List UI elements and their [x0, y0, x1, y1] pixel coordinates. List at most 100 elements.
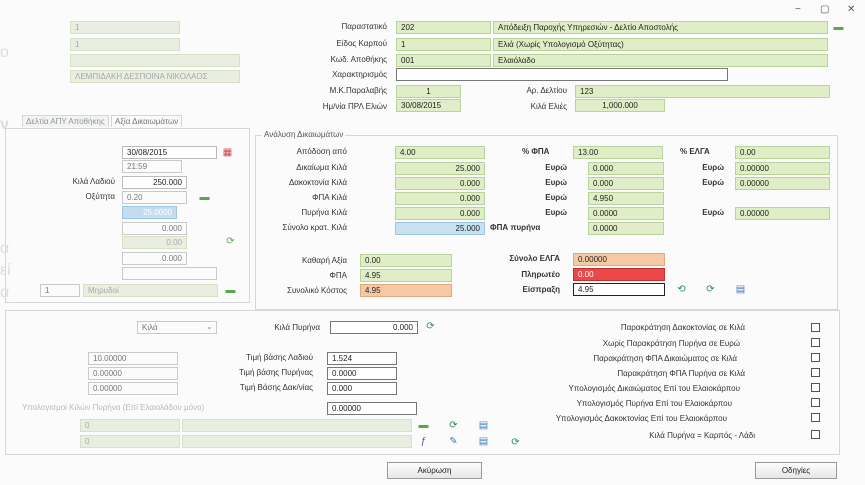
mipheid-field[interactable]: Μηρυδοί — [83, 284, 218, 297]
ar-deltiou-field[interactable]: 123 — [575, 85, 830, 98]
kila-pyrina-label: Κιλά Πυρήνα — [274, 323, 320, 332]
value-field-2[interactable]: 0.00 — [122, 236, 187, 249]
fpa-pyrina-field[interactable]: 0.0000 — [588, 222, 664, 235]
refresh-icon[interactable]: ⟳ — [225, 236, 236, 247]
kod-apothikis-desc-field[interactable]: Ελαιόλαδο — [493, 54, 828, 67]
doc-icon-2[interactable]: ▤ — [478, 436, 489, 447]
option-checkbox-4[interactable] — [811, 368, 820, 377]
dakoktonia-field[interactable]: 0.000 — [395, 177, 485, 190]
euro-field-4[interactable]: 0.0000 — [588, 207, 664, 220]
fpa-pct-field[interactable]: 13.00 — [573, 146, 663, 159]
parastatiko-label: Παραστατικό — [341, 22, 387, 31]
parastatiko-desc-field[interactable]: Απόδειξη Παροχής Υπηρεσιών - Δελτίο Αποσ… — [493, 21, 828, 34]
fpa-kila-field[interactable]: 0.000 — [395, 192, 485, 205]
timi-ladiou-field[interactable]: 1.524 — [327, 352, 397, 365]
katharh-axia-field[interactable]: 0.00 — [360, 254, 452, 267]
customer-code-field-1[interactable]: 1 — [70, 21, 180, 34]
calc-icon-1[interactable]: ⟲ — [676, 284, 687, 295]
euro-field-2[interactable]: 0.000 — [588, 177, 664, 190]
value-field-3[interactable]: 0.000 — [122, 252, 187, 265]
option-checkbox-7[interactable] — [811, 413, 820, 422]
kila-ladiou-field[interactable]: 250.000 — [122, 176, 187, 189]
maximize-button[interactable]: ▢ — [820, 4, 829, 15]
wide-field-1[interactable] — [182, 419, 412, 432]
kod-apothikis-code-field[interactable]: 001 — [396, 54, 491, 67]
option-checkbox-2[interactable] — [811, 338, 820, 347]
synolo-elga-field[interactable]: 0.00000 — [573, 253, 665, 266]
eidos-desc-field[interactable]: Ελιά (Χωρίς Υπολογισμό Οξύτητας) — [493, 38, 828, 51]
kila-pyrina-field[interactable]: 0.000 — [330, 321, 418, 334]
lookup-icon[interactable]: ▬ — [833, 22, 844, 33]
calc-icon-3[interactable]: ▤ — [735, 284, 746, 295]
percent-field[interactable]: 25.0000 — [122, 206, 177, 219]
timi-dakon-field[interactable]: 0.000 — [327, 382, 397, 395]
instructions-button[interactable]: Οδηγίες — [755, 462, 837, 479]
lower-field-3[interactable]: 0.00000 — [88, 382, 178, 395]
customer-name-field[interactable]: ΛΕΜΠΙΔΑΚΗ ΔΕΣΠΟΙΝΑ ΝΙΚΟΛΑΟΣ — [70, 70, 240, 83]
synoliko-kostos-field[interactable]: 4.95 — [360, 284, 452, 297]
option-checkbox-3[interactable] — [811, 353, 820, 362]
fpa-total-field[interactable]: 4.95 — [360, 269, 452, 282]
date-field[interactable]: 30/08/2015 — [396, 99, 461, 112]
elga-euro-field-1[interactable]: 0.00000 — [735, 162, 830, 175]
option-label-5: Υπολογισμός Δικαιώματος Επί του Ελαιοκάρ… — [568, 384, 740, 393]
small-field-1[interactable]: 0 — [80, 419, 180, 432]
elga-euro-label-1: Ευρώ — [702, 163, 724, 172]
elga-euro-field-3[interactable]: 0.00000 — [735, 207, 830, 220]
synolo-elga-label: Σύνολο ΕΛΓΑ — [509, 254, 560, 263]
time-input[interactable]: 21:59 — [122, 160, 182, 173]
blank-field[interactable] — [122, 267, 217, 280]
oxytita-field[interactable]: 0.20 — [122, 191, 187, 204]
customer-code-field-2[interactable]: 1 — [70, 38, 180, 51]
wide-field-2[interactable] — [182, 435, 412, 448]
elga-field[interactable]: 0.00 — [735, 146, 830, 159]
xaraktirismos-field[interactable] — [396, 68, 728, 81]
unit-select[interactable]: Κιλά — [137, 321, 217, 334]
option-checkbox-5[interactable] — [811, 383, 820, 392]
timi-pyrinas-field[interactable]: 0.0000 — [327, 367, 397, 380]
customer-blank-field[interactable] — [70, 54, 240, 67]
eidos-code-field[interactable]: 1 — [396, 38, 491, 51]
option-checkbox-8[interactable] — [811, 430, 820, 439]
panel-lookup-icon[interactable]: ▬ — [225, 285, 236, 296]
plirwteo-field[interactable]: 0.00 — [573, 268, 665, 281]
parastatiko-code-field[interactable]: 202 — [396, 21, 491, 34]
lower-field-2[interactable]: 0.00000 — [88, 367, 178, 380]
oxytita-lookup-icon[interactable]: ▬ — [199, 192, 210, 203]
value-field-1[interactable]: 0.000 — [122, 222, 187, 235]
tab-apy-deltia[interactable]: Δελτία ΑΠΥ Αποθήκης — [22, 115, 109, 127]
chevron-down-icon[interactable]: ⌄ — [206, 322, 213, 331]
pyrina-field[interactable]: 0.000 — [395, 207, 485, 220]
ypologismoi-field[interactable]: 0.00000 — [327, 402, 417, 415]
kila-elies-label: Κιλά Ελιές — [530, 102, 567, 111]
option-label-3: Παρακράτηση ΦΠΑ Δικαιώματος σε Κιλά — [593, 354, 737, 363]
option-checkbox-6[interactable] — [811, 398, 820, 407]
kila-elies-field[interactable]: 1,000.000 — [575, 99, 665, 112]
date-input[interactable]: 30/08/2015 — [122, 146, 217, 159]
euro-field-1[interactable]: 0.000 — [588, 162, 664, 175]
fpa-pct-label: % ΦΠΑ — [522, 147, 550, 156]
lower-field-1[interactable]: 10.00000 — [88, 352, 178, 365]
minimize-button[interactable]: − — [795, 4, 801, 15]
edit-icon[interactable]: ✎ — [448, 436, 459, 447]
kila-pyrina-refresh-icon[interactable]: ⟳ — [425, 321, 436, 332]
tab-axia-dikaiomaton[interactable]: Αξία Δικαιωμάτων — [111, 115, 183, 127]
apodosi-field[interactable]: 4.00 — [395, 146, 485, 159]
eispraxi-field[interactable]: 4.95 — [573, 283, 665, 296]
dikaioma-field[interactable]: 25.000 — [395, 162, 485, 175]
calendar-icon[interactable]: ▦ — [222, 147, 233, 158]
small-field-2[interactable]: 0 — [80, 435, 180, 448]
cancel-button[interactable]: Ακύρωση — [387, 462, 482, 479]
euro-field-3[interactable]: 4.950 — [588, 192, 664, 205]
ar-deltiou-label: Αρ. Δελτίου — [526, 86, 567, 95]
mk-paralavis-field[interactable]: 1 — [396, 85, 461, 98]
calc-icon-2[interactable]: ⟳ — [705, 284, 716, 295]
option-checkbox-1[interactable] — [811, 323, 820, 332]
function-icon[interactable]: ƒ — [418, 436, 429, 447]
number-field[interactable]: 1 — [40, 284, 80, 297]
folder-icon-1[interactable]: ▬ — [418, 420, 429, 431]
close-button[interactable]: ✕ — [847, 4, 855, 15]
refresh-icon-2[interactable]: ⟳ — [448, 420, 459, 431]
synolo-krat-field[interactable]: 25.000 — [395, 222, 485, 235]
elga-euro-field-2[interactable]: 0.00000 — [735, 177, 830, 190]
